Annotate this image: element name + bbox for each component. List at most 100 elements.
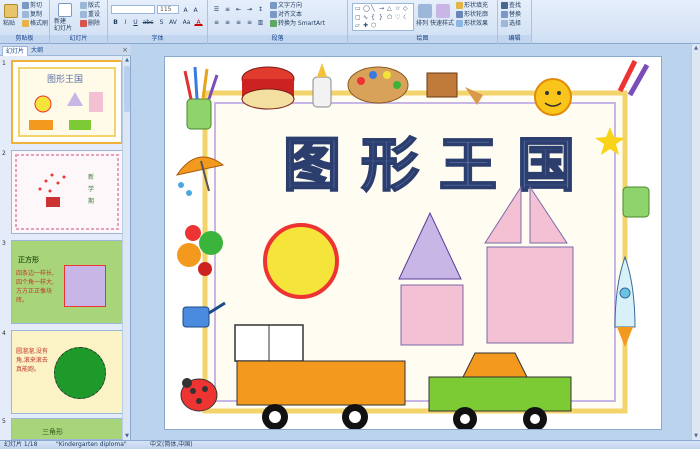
shrink-font-button[interactable]: A (191, 5, 200, 14)
copy-button[interactable]: 复制 (22, 11, 42, 19)
tab-slides[interactable]: 幻灯片 (2, 46, 29, 56)
increase-indent-button[interactable]: ⇥ (245, 4, 254, 13)
strikethrough-button[interactable]: abc (141, 17, 155, 26)
rounded-rect-shape-icon[interactable]: ▢ (355, 15, 361, 21)
triangle-shape-icon[interactable]: △ (387, 6, 392, 12)
delete-button[interactable]: 删除 (80, 20, 100, 28)
thumb3-text: 四条边一样长,四个角一样大,方方正正像块砖。 (16, 270, 54, 304)
new-slide-icon[interactable] (58, 3, 72, 17)
scissors-icon (22, 2, 29, 9)
paste-icon[interactable] (4, 4, 18, 18)
thumbnail-item[interactable]: 1 图形王国 (2, 60, 123, 146)
slide-canvas[interactable]: 图形王国 (164, 56, 662, 430)
heart-shape-icon[interactable]: ♡ (395, 15, 400, 21)
pentagon-shape-icon[interactable]: ⬠ (387, 15, 392, 21)
line-spacing-button[interactable]: ↕ (256, 4, 265, 13)
shape-effects-button[interactable]: 形状效果 (456, 20, 488, 28)
spacing-button[interactable]: AV (167, 17, 179, 26)
thumbnail-number: 1 (2, 60, 6, 67)
scroll-down-icon[interactable]: ▼ (692, 432, 700, 440)
close-icon[interactable]: × (122, 46, 128, 54)
thumb3-title: 正方形 (18, 256, 39, 264)
underline-button[interactable]: U (131, 17, 140, 26)
brace-shape-icon[interactable]: } (379, 15, 383, 21)
font-size-combo[interactable]: 115 (157, 5, 179, 14)
smartart-button[interactable]: 转换为 SmartArt (270, 20, 325, 28)
thumbnail-item[interactable]: 4 圆溜溜,没有角,滚来滚去真能跑。 (2, 330, 123, 416)
align-center-button[interactable]: ≡ (223, 17, 232, 26)
shapes-gallery[interactable]: ▭ ◯ ╲ → △ ☆ ◇ ▢ ∿ { } ⬠ ♡ ☾ ▱ ✚ ⬡ (352, 3, 414, 31)
find-button[interactable]: 查找 (501, 2, 521, 10)
scroll-down-icon[interactable]: ▼ (123, 432, 131, 440)
thumbnail-number: 4 (2, 330, 6, 337)
new-slide-button[interactable]: 新建 幻灯片 (54, 18, 72, 32)
font-name-combo[interactable] (111, 5, 155, 14)
tab-outline[interactable]: 大纲 (28, 46, 46, 56)
bracket-shape-icon[interactable]: { (371, 15, 375, 21)
text-direction-button[interactable]: 文字方向 (270, 2, 302, 10)
diamond-shape-icon[interactable]: ◇ (403, 6, 408, 12)
format-painter-button[interactable]: 格式刷 (22, 20, 48, 28)
thumbnail-slide-5[interactable]: 三角形 (11, 418, 122, 440)
line-shape-icon[interactable]: ╲ (371, 6, 375, 12)
quick-styles-button[interactable]: 快速样式 (430, 20, 454, 28)
replace-button[interactable]: 替换 (501, 11, 521, 19)
bullets-button[interactable]: ☰ (212, 4, 221, 13)
thumbnail-slide-4[interactable]: 圆溜溜,没有角,滚来滚去真能跑。 (11, 330, 123, 414)
select-button[interactable]: 选择 (501, 20, 521, 28)
shadow-button[interactable]: S (157, 17, 166, 26)
numbering-button[interactable]: ≡ (223, 4, 232, 13)
font-color-button[interactable]: A (194, 17, 203, 26)
italic-button[interactable]: I (121, 17, 130, 26)
yellow-circle-shape[interactable] (263, 223, 339, 299)
thumbnail-item[interactable]: 5 三角形 (2, 418, 122, 440)
moon-shape-icon[interactable]: ☾ (403, 15, 408, 21)
layout-button[interactable]: 版式 (80, 2, 100, 10)
oval-shape-icon[interactable]: ◯ (363, 6, 370, 12)
scroll-up-icon[interactable]: ▲ (692, 44, 700, 52)
scroll-up-icon[interactable]: ▲ (123, 56, 131, 64)
shape-fill-button[interactable]: 形状填充 (456, 2, 488, 10)
columns-button[interactable]: ▥ (256, 17, 265, 26)
paste-button[interactable]: 粘贴 (3, 20, 15, 28)
hexagon-shape-icon[interactable]: ⬡ (371, 23, 376, 29)
thumbnail-slide-3[interactable]: 正方形 四条边一样长,四个角一样大,方方正正像块砖。 (11, 240, 123, 324)
align-left-button[interactable]: ≡ (212, 17, 221, 26)
pane-scrollbar[interactable]: ▲ ▼ (122, 56, 130, 440)
thumbnail-item[interactable]: 2 新 学 期 (2, 150, 123, 236)
thumbnail-slide-2[interactable]: 新 学 期 (11, 150, 123, 234)
rectangle-shape-icon[interactable]: ▭ (355, 6, 361, 12)
editor-scrollbar[interactable]: ▲ ▼ (691, 44, 700, 440)
callout-shape-icon[interactable]: ▱ (355, 23, 360, 29)
cut-button[interactable]: 剪切 (22, 2, 42, 10)
star-shape-icon[interactable]: ☆ (395, 6, 400, 12)
align-right-button[interactable]: ≡ (234, 17, 243, 26)
language[interactable]: 中文(简体,中国) (150, 441, 193, 449)
reset-button[interactable]: 重设 (80, 11, 100, 19)
grow-font-button[interactable]: A (181, 5, 190, 14)
arrow-shape-icon[interactable]: → (379, 6, 384, 12)
curve-shape-icon[interactable]: ∿ (363, 15, 368, 21)
bold-button[interactable]: B (111, 17, 120, 26)
thumb4-text: 圆溜溜,没有角,滚来滚去真能跑。 (16, 348, 48, 373)
sun-icon (534, 78, 572, 116)
decrease-indent-button[interactable]: ⇤ (234, 4, 243, 13)
shape-outline-button[interactable]: 形状轮廓 (456, 11, 488, 19)
slide-artwork: 图形王国 (175, 59, 650, 429)
align-text-button[interactable]: 对齐文本 (270, 11, 302, 19)
arrange-icon[interactable] (418, 4, 432, 18)
svg-text:期: 期 (88, 197, 94, 205)
tangram-square[interactable] (486, 246, 574, 344)
font-group: 115 A A B I U abc S AV Aa A 字体 (108, 0, 208, 44)
justify-button[interactable]: ≡ (245, 17, 254, 26)
thumbnail-slide-1[interactable]: 图形王国 (11, 60, 123, 144)
ribbon: 粘贴 剪切 复制 格式刷 剪贴板 新建 幻灯片 版式 重设 删除 幻灯片 115… (0, 0, 700, 44)
change-case-button[interactable]: Aa (181, 17, 192, 26)
cross-shape-icon[interactable]: ✚ (363, 23, 368, 29)
quick-styles-icon[interactable] (436, 4, 450, 18)
align-text-icon (270, 11, 277, 18)
scroll-thumb[interactable] (124, 66, 130, 112)
thumbnail-item[interactable]: 3 正方形 四条边一样长,四个角一样大,方方正正像块砖。 (2, 240, 123, 326)
arrange-button[interactable]: 排列 (416, 20, 428, 28)
pink-square-shape[interactable] (400, 284, 464, 346)
